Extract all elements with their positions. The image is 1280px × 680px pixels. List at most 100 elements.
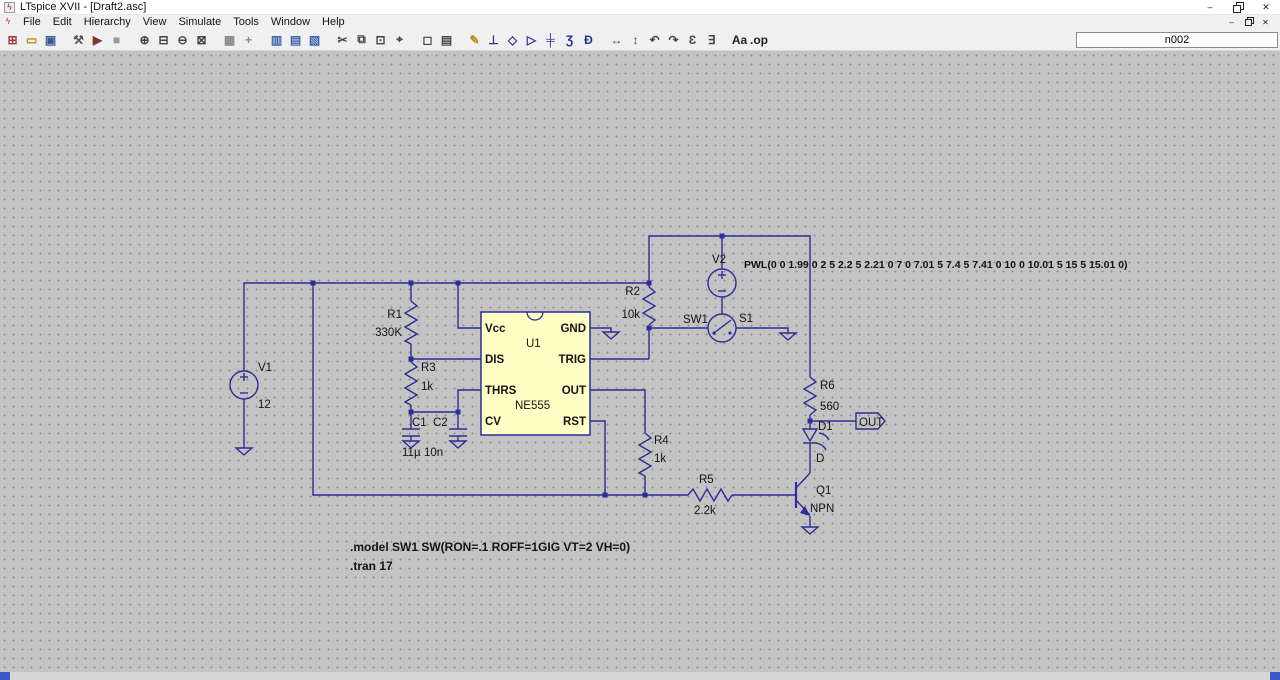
- tile-vertical-icon[interactable]: ▥: [267, 31, 286, 49]
- spice-directive-icon[interactable]: .op: [749, 31, 769, 49]
- component-v2[interactable]: V2 PWL(0 0 1.99 0 2 5 2.2 5 2.21 0 7 0 7…: [707, 254, 1128, 298]
- v2-ref-label[interactable]: V2: [712, 254, 726, 266]
- d1-ref-label[interactable]: D1: [818, 421, 833, 433]
- r5-ref-label[interactable]: R5: [699, 474, 714, 486]
- paste-icon[interactable]: ⊡: [371, 31, 390, 49]
- run-icon[interactable]: ▶: [88, 31, 107, 49]
- menu-items: File Edit Hierarchy View Simulate Tools Window…: [17, 15, 351, 29]
- component-icon[interactable]: Ð: [579, 31, 598, 49]
- save-icon[interactable]: ▣: [41, 31, 60, 49]
- c2-ref-label[interactable]: C2: [433, 417, 448, 429]
- out-port-flag[interactable]: OUT: [855, 412, 886, 430]
- print-preview-icon[interactable]: ◻: [418, 31, 437, 49]
- component-r4[interactable]: R4 1k: [637, 432, 669, 477]
- tile-horizontal-icon[interactable]: ▤: [286, 31, 305, 49]
- redo-icon[interactable]: ↷: [664, 31, 683, 49]
- r3-ref-label[interactable]: R3: [421, 362, 436, 374]
- ground-icon[interactable]: ⊥: [484, 31, 503, 49]
- menu-item-file[interactable]: File: [17, 15, 47, 29]
- v2-value-label[interactable]: PWL(0 0 1.99 0 2 5 2.2 5 2.21 0 7 0 7.01…: [744, 259, 1128, 271]
- grid-icon[interactable]: ▦: [220, 31, 239, 49]
- zoom-in-icon[interactable]: ⊕: [135, 31, 154, 49]
- menu-item-view[interactable]: View: [137, 15, 173, 29]
- close-button[interactable]: ✕: [1252, 0, 1280, 15]
- undo-icon[interactable]: ↶: [645, 31, 664, 49]
- zoom-out-icon[interactable]: ⊖: [173, 31, 192, 49]
- menu-item-tools[interactable]: Tools: [227, 15, 265, 29]
- menu-item-simulate[interactable]: Simulate: [172, 15, 227, 29]
- menu-item-hierarchy[interactable]: Hierarchy: [78, 15, 137, 29]
- r6-ref-label[interactable]: R6: [820, 380, 835, 392]
- q1-value-label[interactable]: NPN: [810, 503, 834, 515]
- net-name-box[interactable]: [1076, 31, 1278, 48]
- menu-item-window[interactable]: Window: [265, 15, 316, 29]
- c2-value-label[interactable]: 10n: [424, 447, 443, 459]
- control-panel-icon[interactable]: ⚒: [69, 31, 88, 49]
- component-d1[interactable]: D1 D: [801, 421, 833, 465]
- mdi-minimize-button[interactable]: –: [1223, 18, 1240, 27]
- s1-model-label[interactable]: SW1: [683, 314, 708, 326]
- open-icon[interactable]: ▭: [22, 31, 41, 49]
- tran-directive[interactable]: .tran 17: [350, 559, 393, 573]
- halt-icon[interactable]: ■: [107, 31, 126, 49]
- r5-value-label[interactable]: 2.2k: [694, 505, 716, 517]
- c1-value-label[interactable]: 11µ: [402, 447, 421, 459]
- wire-icon[interactable]: ✎: [465, 31, 484, 49]
- component-r3[interactable]: R3 1k: [403, 361, 436, 406]
- component-r6[interactable]: R6 560: [802, 376, 839, 416]
- new-schematic-icon[interactable]: ⊞: [3, 31, 22, 49]
- r1-ref-label[interactable]: R1: [387, 309, 402, 321]
- v1-value-label[interactable]: 12: [258, 399, 271, 411]
- mdi-restore-button[interactable]: [1240, 17, 1257, 27]
- find-icon[interactable]: ⌖: [390, 31, 409, 49]
- move-icon[interactable]: ↔: [607, 31, 626, 49]
- s1-ref-label[interactable]: S1: [739, 313, 753, 325]
- print-icon[interactable]: ▤: [437, 31, 456, 49]
- mirror-icon[interactable]: ∃: [702, 31, 721, 49]
- title-bar[interactable]: ϟ LTspice XVII - [Draft2.asc] – ✕: [0, 0, 1280, 15]
- r1-value-label[interactable]: 330K: [375, 327, 402, 339]
- component-r1[interactable]: R1 330K: [375, 300, 419, 345]
- inductor-icon[interactable]: Ʒ: [560, 31, 579, 49]
- text-icon[interactable]: Aa: [730, 31, 749, 49]
- drag-icon[interactable]: ↕: [626, 31, 645, 49]
- component-c2[interactable]: C2 10n: [424, 417, 467, 459]
- r3-value-label[interactable]: 1k: [421, 381, 433, 393]
- r4-ref-label[interactable]: R4: [654, 435, 669, 447]
- menu-item-edit[interactable]: Edit: [47, 15, 78, 29]
- component-c1[interactable]: C1 11µ: [402, 417, 427, 459]
- r6-value-label[interactable]: 560: [820, 401, 839, 413]
- component-q1[interactable]: Q1 NPN: [794, 472, 834, 516]
- component-u1-ne555[interactable]: Vcc DIS THRS CV GND TRIG OUT RST U1 NE55…: [480, 311, 591, 436]
- v1-ref-label[interactable]: V1: [258, 362, 272, 374]
- label-icon[interactable]: ◇: [503, 31, 522, 49]
- diode-icon[interactable]: ▷: [522, 31, 541, 49]
- mdi-close-button[interactable]: ✕: [1257, 18, 1274, 27]
- u1-part-label[interactable]: NE555: [515, 400, 550, 412]
- schematic-canvas[interactable]: V1 12 R1 330K R3 1k C1 11µ C2 10n Vcc DI…: [0, 51, 1280, 672]
- r2-ref-label[interactable]: R2: [625, 286, 640, 298]
- menu-item-help[interactable]: Help: [316, 15, 351, 29]
- cascade-icon[interactable]: ▧: [305, 31, 324, 49]
- pan-icon[interactable]: +: [239, 31, 258, 49]
- r2-value-label[interactable]: 10k: [621, 309, 640, 321]
- q1-ref-label[interactable]: Q1: [816, 485, 831, 497]
- minimize-button[interactable]: –: [1196, 0, 1224, 15]
- u1-ref-label[interactable]: U1: [526, 338, 541, 350]
- rotate-icon[interactable]: Ɛ: [683, 31, 702, 49]
- schematic[interactable]: V1 12 R1 330K R3 1k C1 11µ C2 10n Vcc DI…: [0, 51, 1280, 672]
- component-r2[interactable]: R2 10k: [621, 286, 657, 326]
- model-directive[interactable]: .model SW1 SW(RON=.1 ROFF=1GIG VT=2 VH=0…: [350, 540, 630, 554]
- capacitor-icon[interactable]: ╪: [541, 31, 560, 49]
- zoom-back-icon[interactable]: ⊟: [154, 31, 173, 49]
- d1-value-label[interactable]: D: [816, 453, 824, 465]
- component-v1[interactable]: V1 12: [229, 362, 272, 411]
- cut-icon[interactable]: ✂: [333, 31, 352, 49]
- c1-ref-label[interactable]: C1: [412, 417, 427, 429]
- copy-icon[interactable]: ⧉: [352, 31, 371, 49]
- r4-value-label[interactable]: 1k: [654, 453, 666, 465]
- component-r5[interactable]: R5 2.2k: [687, 474, 733, 517]
- zoom-full-icon[interactable]: ⊠: [192, 31, 211, 49]
- spice-directives[interactable]: .model SW1 SW(RON=.1 ROFF=1GIG VT=2 VH=0…: [350, 540, 630, 573]
- restore-button[interactable]: [1224, 0, 1252, 15]
